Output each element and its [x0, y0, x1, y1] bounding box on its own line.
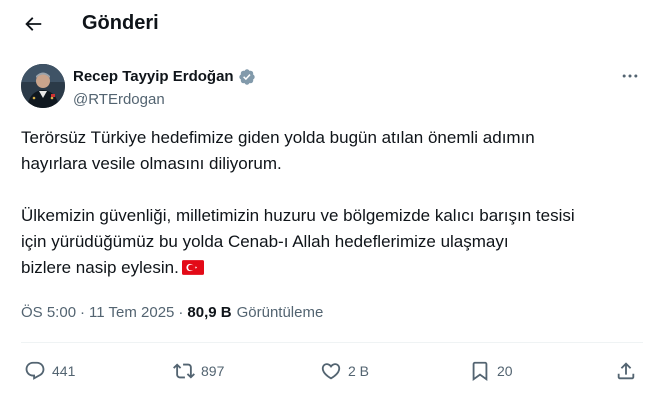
tweet-text: Terörsüz Türkiye hedefimize giden yolda …	[21, 125, 641, 281]
meta-separator: ·	[178, 304, 184, 321]
tweet-text-line: bizlere nasip eylesin.	[21, 258, 179, 277]
repost-icon	[173, 363, 195, 379]
divider	[21, 342, 643, 343]
top-bar: Gönderi	[0, 0, 658, 48]
avatar[interactable]	[21, 64, 65, 108]
like-button[interactable]: 2 B	[320, 356, 369, 386]
reply-button[interactable]: 441	[24, 356, 75, 386]
tweet-date[interactable]: 11 Tem 2025	[89, 303, 174, 323]
repost-button[interactable]: 897	[173, 356, 224, 386]
author-handle[interactable]: @RTErdogan	[73, 90, 165, 110]
views-label: Görüntüleme	[236, 304, 324, 321]
turkey-flag-icon	[181, 257, 204, 275]
action-bar: 441 897 2 B 20	[21, 356, 643, 386]
views-count: 80,9 B	[187, 304, 232, 321]
bookmark-icon	[472, 361, 488, 382]
more-horizontal-icon	[622, 74, 638, 78]
tweet-text-line-last: bizlere nasip eylesin.	[21, 255, 641, 281]
tweet-author: Recep Tayyip Erdoğan @RTErdogan	[21, 64, 621, 112]
tweet-text-line: için yürüdüğümüz bu yolda Cenab-ı Allah …	[21, 232, 509, 251]
heart-icon	[321, 363, 341, 380]
back-button[interactable]	[20, 10, 46, 38]
tweet-meta: ÖS 5:00 · 11 Tem 2025 · 80,9 B Görüntüle…	[21, 303, 323, 323]
tweet-text-line: hayırlara vesile olmasını diliyorum.	[21, 154, 282, 173]
share-button[interactable]	[615, 356, 637, 386]
arrow-left-icon	[25, 17, 42, 31]
meta-separator: ·	[80, 304, 86, 321]
page-title: Gönderi	[82, 12, 159, 34]
tweet-text-line: Ülkemizin güvenliği, milletimizin huzuru…	[21, 206, 575, 225]
tweet-text-line: Terörsüz Türkiye hedefimize giden yolda …	[21, 128, 535, 147]
author-name-row: Recep Tayyip Erdoğan	[73, 67, 256, 87]
bookmark-count: 20	[497, 363, 513, 379]
like-count: 2 B	[348, 363, 370, 379]
reply-count: 441	[52, 363, 76, 379]
reply-icon	[25, 361, 45, 380]
author-name[interactable]: Recep Tayyip Erdoğan	[73, 67, 234, 87]
tweet-time[interactable]: ÖS 5:00	[21, 303, 76, 323]
bookmark-button[interactable]: 20	[469, 356, 513, 386]
repost-count: 897	[201, 363, 225, 379]
share-icon	[617, 362, 635, 380]
more-options-button[interactable]	[616, 66, 644, 86]
verified-badge-icon	[238, 68, 256, 86]
avatar-image	[21, 64, 65, 108]
